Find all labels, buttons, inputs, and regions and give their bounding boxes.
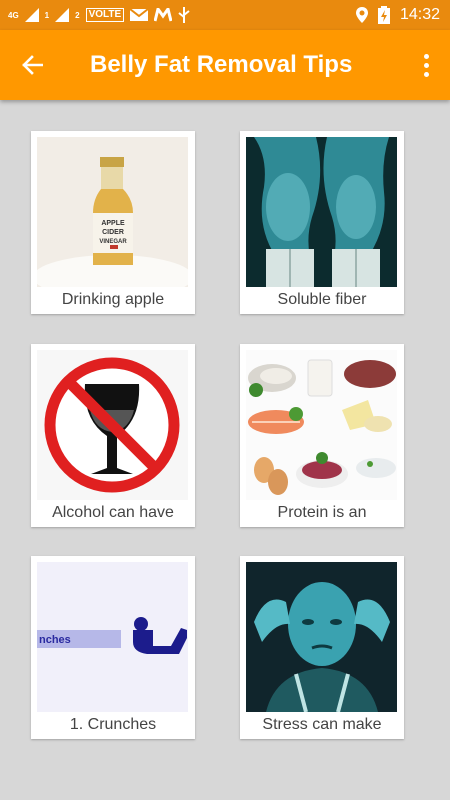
no-alcohol-sign-image <box>37 350 188 500</box>
network-type-label: 4G <box>8 10 19 20</box>
status-bar: 4G 1 2 VOLTE 14:32 <box>0 0 450 30</box>
protein-foods-image <box>246 350 397 500</box>
svg-text:nches: nches <box>39 634 71 646</box>
tip-card-alcohol[interactable]: Alcohol can have <box>31 344 195 527</box>
more-vert-icon <box>423 53 429 59</box>
overflow-menu-button[interactable] <box>414 47 438 83</box>
sim-label: 2 <box>75 10 80 20</box>
svg-text:VINEGAR: VINEGAR <box>99 239 127 245</box>
volte-badge: VOLTE <box>85 8 125 22</box>
app-bar: Belly Fat Removal Tips <box>0 30 450 100</box>
crunches-exercise-image: nches <box>37 562 188 712</box>
stressed-person-image <box>246 562 397 712</box>
usb-icon <box>178 7 190 23</box>
tip-card-protein[interactable]: Protein is an <box>240 344 404 527</box>
tip-caption: Drinking apple <box>61 291 165 308</box>
tip-card-apple-cider-vinegar[interactable]: APPLE CIDER VINEGAR Drinking apple <box>31 131 195 314</box>
tip-card-soluble-fiber[interactable]: Soluble fiber <box>240 131 404 314</box>
tip-caption: 1. Crunches <box>69 716 157 733</box>
tip-caption: Protein is an <box>277 504 367 521</box>
tip-card-crunches[interactable]: nches 1. Crunches <box>31 556 195 739</box>
svg-text:CIDER: CIDER <box>102 229 124 236</box>
tip-caption: Stress can make <box>262 716 382 733</box>
location-icon <box>355 7 368 23</box>
m-app-icon <box>154 8 173 22</box>
battery-icon <box>377 6 390 24</box>
tip-card-stress[interactable]: Stress can make <box>240 556 404 739</box>
tip-caption: Alcohol can have <box>52 504 174 521</box>
back-button[interactable] <box>14 47 50 83</box>
svg-text:APPLE: APPLE <box>101 220 125 227</box>
belly-xray-image <box>246 137 397 287</box>
arrow-back-icon <box>22 55 43 75</box>
signal-icon <box>24 8 39 22</box>
signal-icon <box>55 8 70 22</box>
page-title: Belly Fat Removal Tips <box>90 51 353 78</box>
mail-icon <box>130 8 149 21</box>
tip-caption: Soluble fiber <box>277 291 367 308</box>
apple-cider-vinegar-image: APPLE CIDER VINEGAR <box>37 137 188 287</box>
clock: 14:32 <box>399 6 440 23</box>
sim-label: 1 <box>44 10 50 20</box>
